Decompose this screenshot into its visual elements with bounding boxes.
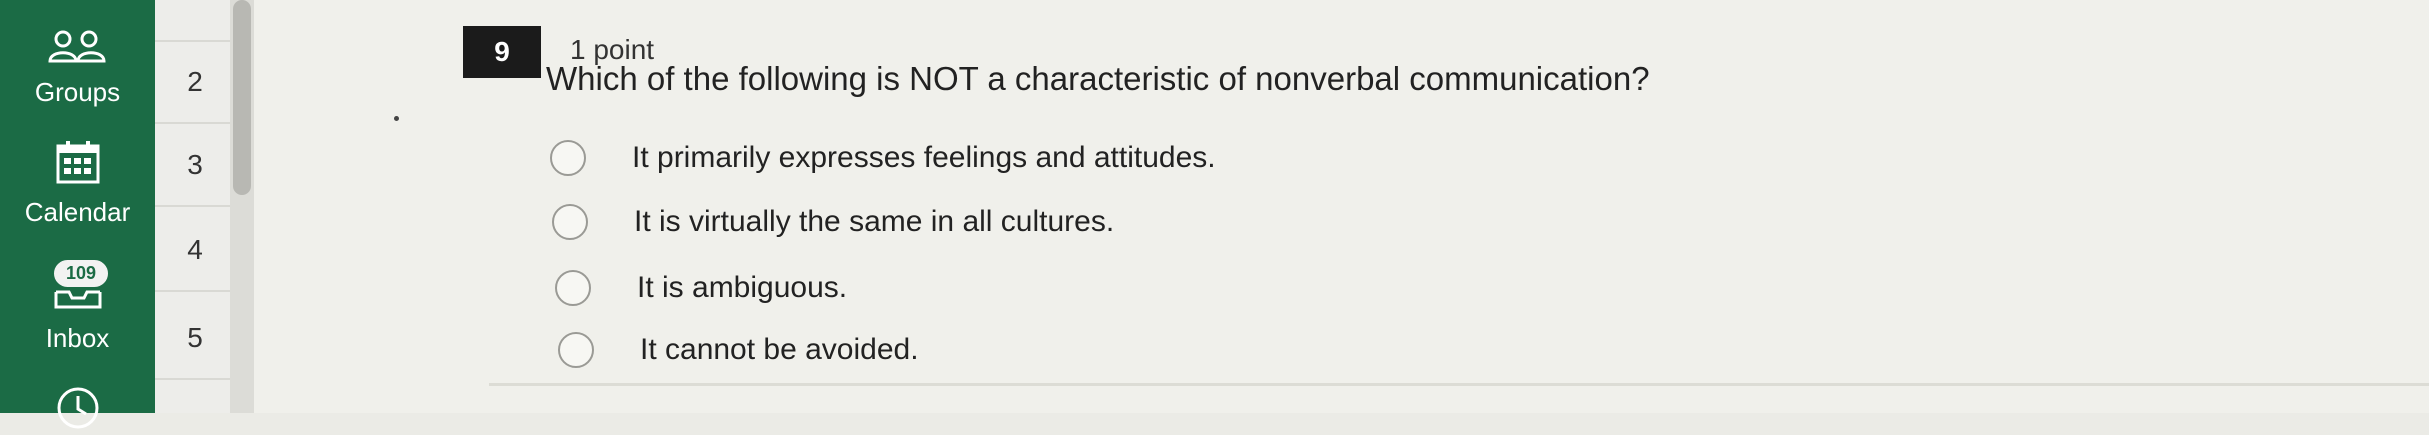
radio-button[interactable]: [550, 140, 586, 176]
question-nav-item[interactable]: 2: [155, 40, 235, 124]
inbox-unread-badge: 109: [52, 258, 111, 289]
answer-option-label: It is ambiguous.: [637, 271, 848, 304]
radio-button[interactable]: [552, 204, 588, 240]
answer-option-label: It cannot be avoided.: [640, 333, 919, 366]
question-text: Which of the following is NOT a characte…: [546, 60, 1650, 97]
nav-history[interactable]: [0, 386, 155, 435]
question-nav-item[interactable]: 4: [155, 210, 235, 292]
radio-button[interactable]: [558, 332, 594, 368]
calendar-icon: [55, 140, 101, 189]
history-icon: [56, 386, 100, 435]
answer-option-label: It is virtually the same in all cultures…: [634, 205, 1115, 238]
question-navigator-scrollbar[interactable]: [233, 0, 251, 195]
nav-calendar-label: Calendar: [24, 197, 131, 227]
nav-calendar[interactable]: Calendar: [0, 140, 155, 228]
question-nav-item[interactable]: 3: [155, 125, 235, 207]
question-nav-item[interactable]: 5: [155, 298, 235, 380]
decorative-dot: [394, 116, 399, 121]
global-nav: Groups Calendar 109 Inbox: [0, 0, 155, 429]
question-number: 9: [463, 26, 541, 78]
question-content: 9 1 point Which of the following is NOT …: [254, 0, 2429, 413]
answer-option[interactable]: It is virtually the same in all cultures…: [552, 204, 1114, 240]
nav-inbox-label: Inbox: [45, 323, 110, 353]
answer-option-label: It primarily expresses feelings and atti…: [632, 141, 1216, 174]
nav-groups-label: Groups: [34, 77, 121, 107]
answer-option[interactable]: It is ambiguous.: [555, 270, 847, 306]
nav-groups[interactable]: Groups: [0, 28, 155, 108]
answer-option[interactable]: It primarily expresses feelings and atti…: [550, 140, 1216, 176]
radio-button[interactable]: [555, 270, 591, 306]
answer-option[interactable]: It cannot be avoided.: [558, 332, 919, 368]
groups-icon: [46, 28, 110, 69]
nav-inbox[interactable]: 109 Inbox: [0, 258, 155, 354]
